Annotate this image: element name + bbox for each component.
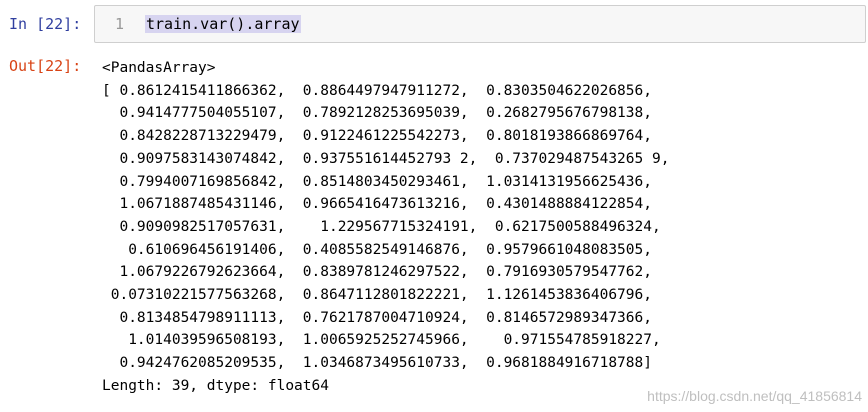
- cell-output: <PandasArray> [ 0.8612415411866362, 0.886…: [102, 57, 669, 398]
- code-line[interactable]: train.var().array: [145, 15, 301, 33]
- output-line: 0.07310221577563268, 0.8647112801822221,…: [102, 287, 652, 304]
- watermark: https://blog.csdn.net/qq_41856814: [647, 388, 862, 404]
- output-line: 0.7994007169856842, 0.8514803450293461, …: [102, 173, 652, 190]
- output-line: 0.8428228713229479, 0.9122461225542273, …: [102, 128, 652, 145]
- output-line: 0.9097583143074842, 0.937551614452793 2,…: [102, 150, 670, 167]
- output-line: <PandasArray>: [102, 60, 216, 76]
- output-line: Length: 39, dtype: float64: [102, 377, 329, 394]
- line-number: 1: [115, 15, 125, 33]
- output-line: 1.0671887485431146, 0.9665416473613216, …: [102, 196, 652, 213]
- output-line: 0.8134854798911113, 0.7621787004710924, …: [102, 309, 652, 326]
- output-line: 0.9424762085209535, 1.0346873495610733, …: [102, 355, 652, 372]
- output-prompt: Out[22]:: [9, 57, 82, 75]
- output-line: 1.014039596508193, 1.0065925252745966, 0…: [102, 332, 661, 349]
- output-line: 1.0679226792623664, 0.8389781246297522, …: [102, 264, 652, 281]
- code-cell-input[interactable]: 1 train.var().array: [94, 5, 866, 43]
- output-line: 0.9414777504055107, 0.7892128253695039, …: [102, 105, 652, 122]
- output-line: [ 0.8612415411866362, 0.8864497947911272…: [102, 82, 652, 99]
- input-prompt: In [22]:: [9, 15, 82, 33]
- output-line: 0.610696456191406, 0.4085582549146876, 0…: [102, 241, 652, 258]
- output-line: 0.9090982517057631, 1.229567715324191, 0…: [102, 218, 661, 235]
